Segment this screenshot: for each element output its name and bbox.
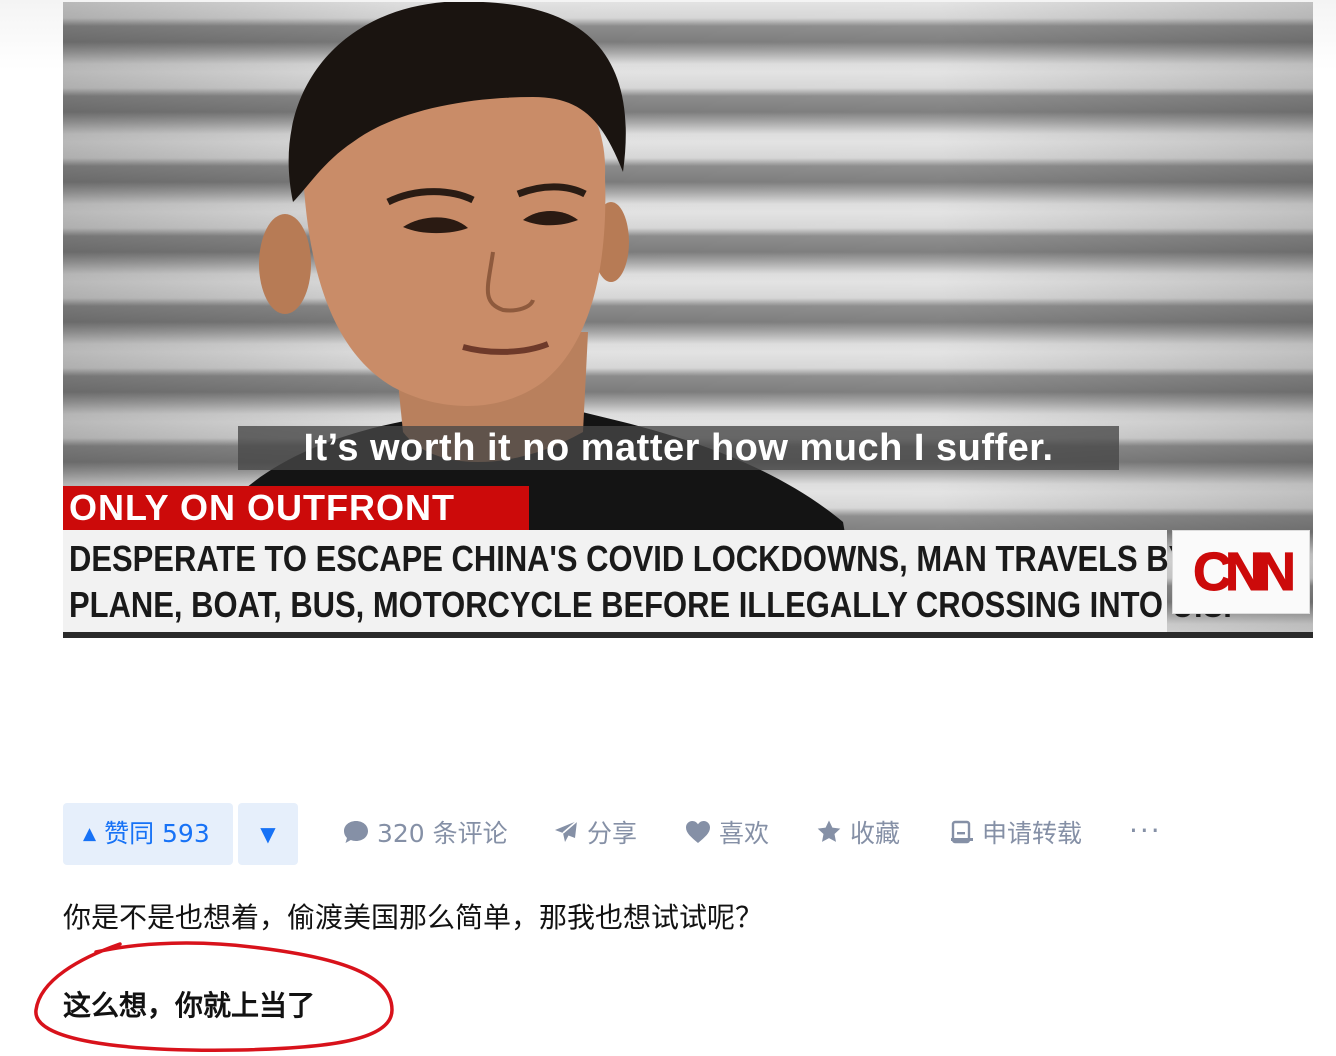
- share-label: 分享: [587, 819, 638, 848]
- paper-plane-icon: [553, 819, 579, 845]
- video-subtitle: It’s worth it no matter how much I suffe…: [303, 427, 1054, 469]
- reprint-button[interactable]: 申请转载: [950, 803, 1082, 865]
- upvote-label: 赞同 593: [104, 819, 210, 848]
- like-button[interactable]: 喜欢: [685, 803, 769, 865]
- document-icon: [950, 820, 974, 844]
- more-options-button[interactable]: ···: [1129, 803, 1162, 865]
- only-on-outfront-tag: ONLY ON OUTFRONT: [63, 486, 529, 530]
- share-button[interactable]: 分享: [553, 803, 637, 865]
- cnn-logo: CNN: [1172, 530, 1310, 614]
- reprint-label: 申请转载: [982, 819, 1083, 848]
- answer-paragraph: 你是不是也想着，偷渡美国那么简单，那我也想试试呢？: [63, 901, 764, 934]
- caret-down-icon: ▼: [260, 822, 276, 846]
- cnn-logo-text: CNN: [1193, 542, 1297, 603]
- comment-bubble-icon: [343, 819, 369, 845]
- news-headline: DESPERATE TO ESCAPE CHINA'S COVID LOCKDO…: [69, 536, 1232, 628]
- upvote-button[interactable]: ▲ 赞同 593: [63, 803, 233, 865]
- collect-button[interactable]: 收藏: [816, 803, 900, 865]
- star-icon: [816, 819, 842, 845]
- comments-label: 320 条评论: [377, 819, 508, 848]
- heart-icon: [685, 820, 711, 844]
- headline-line-2: PLANE, BOAT, BUS, MOTORCYCLE BEFORE ILLE…: [69, 584, 1232, 625]
- caret-up-icon: ▲: [83, 824, 97, 844]
- like-label: 喜欢: [719, 819, 770, 848]
- answer-bold-line: 这么想，你就上当了: [63, 989, 316, 1022]
- downvote-button[interactable]: ▼: [238, 803, 298, 865]
- collect-label: 收藏: [850, 819, 901, 848]
- headline-line-1: DESPERATE TO ESCAPE CHINA'S COVID LOCKDO…: [69, 538, 1190, 579]
- comments-button[interactable]: 320 条评论: [343, 803, 508, 865]
- news-screenshot-image: It’s worth it no matter how much I suffe…: [63, 2, 1313, 638]
